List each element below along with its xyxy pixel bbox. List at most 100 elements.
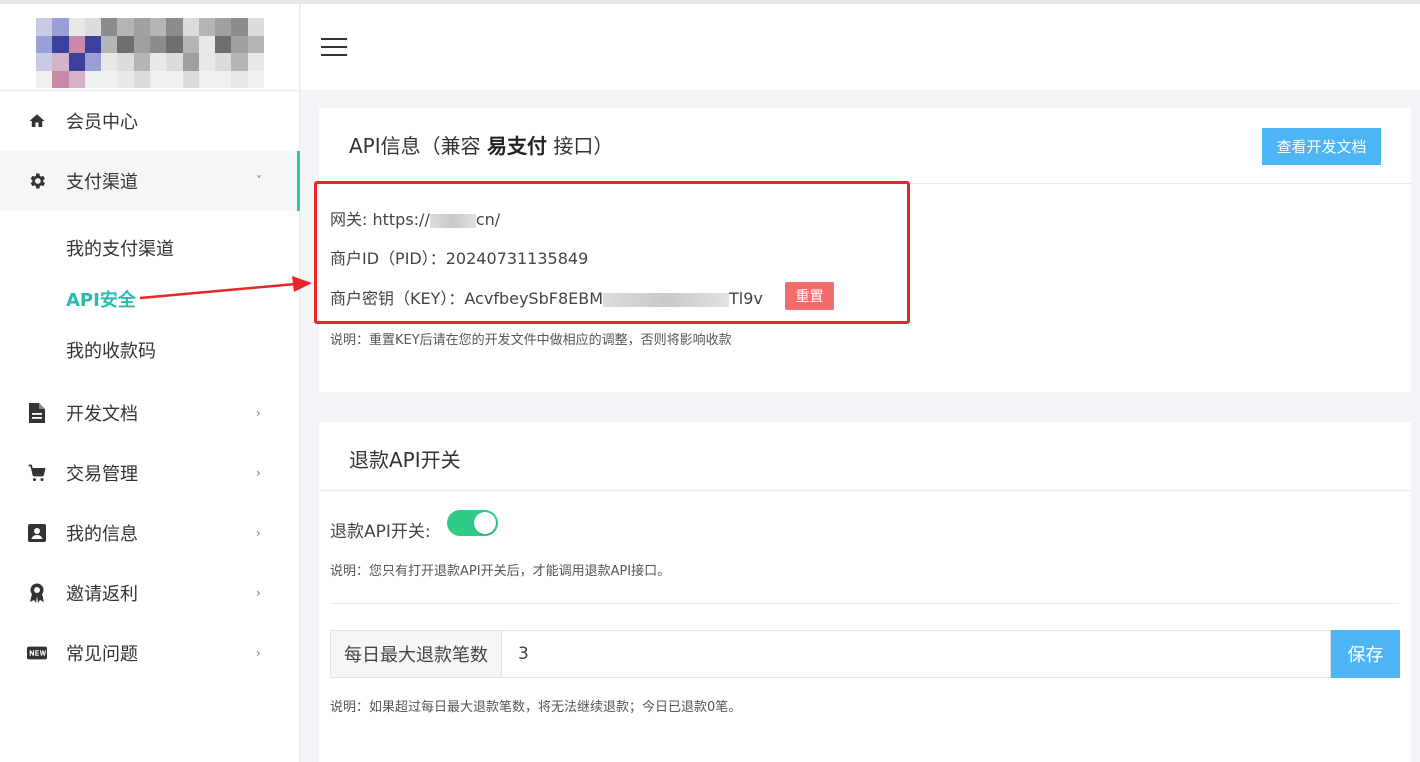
sidebar-item-transactions[interactable]: 交易管理 › bbox=[0, 443, 300, 503]
key-value-end: Tl9v bbox=[729, 289, 763, 308]
logo-mosaic-cell bbox=[198, 70, 216, 88]
card-header: 退款API开关 bbox=[319, 422, 1411, 491]
logo-mosaic-cell bbox=[117, 35, 134, 53]
logo-mosaic-cell bbox=[117, 70, 134, 88]
key-label: 商户密钥（KEY）： bbox=[330, 289, 465, 308]
logo-mosaic-cell bbox=[101, 70, 118, 88]
logo-mosaic-cell bbox=[36, 18, 53, 36]
logo-mosaic-cell bbox=[68, 18, 85, 36]
chevron-right-icon: › bbox=[256, 586, 261, 600]
logo bbox=[36, 18, 264, 88]
chevron-right-icon: › bbox=[256, 526, 261, 540]
logo-mosaic-cell bbox=[84, 35, 102, 53]
view-docs-button[interactable]: 查看开发文档 bbox=[1262, 128, 1381, 165]
logo-mosaic-cell bbox=[231, 70, 248, 88]
logo-mosaic-cell bbox=[84, 18, 102, 36]
refund-toggle-label: 退款API开关: bbox=[330, 522, 431, 542]
chevron-down-icon: ˅ bbox=[256, 174, 262, 188]
toggle-knob bbox=[474, 512, 496, 534]
logo-mosaic-cell bbox=[52, 53, 69, 71]
logo-mosaic-cell bbox=[182, 35, 199, 53]
cart-icon bbox=[27, 463, 47, 483]
logo-mosaic-cell bbox=[117, 18, 134, 36]
logo-mosaic-cell bbox=[68, 35, 85, 53]
card-header: API信息（兼容 易支付 接口） 查看开发文档 bbox=[319, 108, 1411, 184]
gateway-label: 网关: bbox=[330, 210, 373, 229]
sidebar-item-label: 支付渠道 bbox=[66, 172, 138, 193]
logo-mosaic-cell bbox=[166, 18, 183, 36]
sidebar-item-label: 交易管理 bbox=[66, 464, 138, 485]
logo-mosaic-cell bbox=[133, 53, 150, 71]
pid-row: 商户ID（PID）：20240731135849 bbox=[330, 245, 588, 269]
pid-label: 商户ID（PID）： bbox=[330, 249, 446, 268]
logo-mosaic-cell bbox=[52, 70, 69, 88]
logo-mosaic-cell bbox=[101, 18, 118, 36]
logo-mosaic-cell bbox=[182, 70, 199, 88]
logo-mosaic-cell bbox=[36, 35, 53, 53]
refund-api-toggle[interactable] bbox=[447, 510, 498, 536]
logo-mosaic-cell bbox=[182, 18, 199, 36]
title-emphasis: 易支付 bbox=[487, 134, 547, 158]
logo-mosaic-cell bbox=[84, 53, 102, 71]
sidebar-item-label: 邀请返利 bbox=[66, 584, 138, 605]
logo-mosaic-cell bbox=[52, 35, 69, 53]
logo-mosaic-cell bbox=[36, 53, 53, 71]
logo-mosaic-cell bbox=[101, 53, 118, 71]
reset-key-button[interactable]: 重置 bbox=[785, 282, 834, 310]
logo-mosaic-cell bbox=[68, 53, 85, 71]
key-value-start: AcvfbeySbF8EBM bbox=[464, 289, 604, 308]
new-badge-icon bbox=[27, 643, 47, 663]
logo-mosaic-cell bbox=[198, 18, 216, 36]
sidebar-item-member-center[interactable]: 会员中心 bbox=[0, 91, 300, 151]
logo-mosaic-cell bbox=[166, 70, 183, 88]
api-info-title: API信息（兼容 易支付 接口） bbox=[349, 130, 613, 159]
refund-limit-input[interactable] bbox=[501, 630, 1331, 678]
redacted-blur bbox=[603, 292, 730, 307]
sidebar-item-referral[interactable]: 邀请返利 › bbox=[0, 563, 300, 623]
sidebar-subitem-my-qr-code[interactable]: 我的收款码 bbox=[66, 337, 156, 363]
chevron-right-icon: › bbox=[256, 406, 261, 420]
sidebar: 会员中心 支付渠道 ˅ 我的支付渠道 API安全 我的收款码 开发文档 › 交易… bbox=[0, 4, 300, 762]
refund-limit-note: 说明：如果超过每日最大退款笔数，将无法继续退款；今日已退款0笔。 bbox=[330, 700, 742, 715]
gateway-row: 网关: https:// cn/ bbox=[330, 206, 500, 230]
logo-mosaic-cell bbox=[215, 53, 232, 71]
sidebar-subitem-my-channels[interactable]: 我的支付渠道 bbox=[66, 235, 174, 261]
logo-mosaic-cell bbox=[150, 70, 167, 88]
save-button[interactable]: 保存 bbox=[1331, 630, 1400, 678]
logo-mosaic-cell bbox=[166, 53, 183, 71]
sidebar-item-label: 我的信息 bbox=[66, 524, 138, 545]
gateway-value-end: cn/ bbox=[475, 210, 501, 229]
logo-mosaic-cell bbox=[133, 70, 150, 88]
logo-mosaic-cell bbox=[247, 18, 264, 36]
gear-icon bbox=[27, 171, 47, 191]
logo-mosaic-cell bbox=[182, 53, 199, 71]
sidebar-item-dev-docs[interactable]: 开发文档 › bbox=[0, 383, 300, 443]
refund-limit-label: 每日最大退款笔数 bbox=[330, 630, 501, 678]
sidebar-item-my-info[interactable]: 我的信息 › bbox=[0, 503, 300, 563]
contact-card-icon bbox=[27, 523, 47, 543]
title-prefix: API信息（兼容 bbox=[349, 134, 487, 158]
title-suffix: 接口） bbox=[547, 134, 614, 158]
logo-mosaic-cell bbox=[68, 70, 85, 88]
pid-value: 20240731135849 bbox=[445, 249, 589, 268]
refund-card-title: 退款API开关 bbox=[349, 448, 461, 472]
sidebar-item-label: 会员中心 bbox=[66, 112, 138, 133]
logo-mosaic-cell bbox=[36, 70, 53, 88]
logo-mosaic-cell bbox=[231, 53, 248, 71]
sidebar-item-label: 开发文档 bbox=[66, 404, 138, 425]
top-header bbox=[301, 4, 1420, 90]
home-icon bbox=[27, 111, 47, 131]
menu-toggle-icon[interactable] bbox=[321, 38, 347, 56]
refund-api-card: 退款API开关 退款API开关: 说明：您只有打开退款API开关后，才能调用退款… bbox=[319, 422, 1411, 762]
key-row: 商户密钥（KEY）：AcvfbeySbF8EBM Tl9v bbox=[330, 285, 763, 309]
document-icon bbox=[27, 403, 47, 423]
logo-mosaic-cell bbox=[231, 35, 248, 53]
sidebar-subitem-api-security[interactable]: API安全 bbox=[66, 286, 136, 312]
divider bbox=[330, 603, 1399, 604]
sidebar-item-payment-channels[interactable]: 支付渠道 ˅ bbox=[0, 151, 300, 211]
reset-key-note: 说明：重置KEY后请在您的开发文件中做相应的调整，否则将影响收款 bbox=[330, 333, 732, 348]
logo-mosaic-cell bbox=[198, 53, 216, 71]
sidebar-item-faq[interactable]: 常见问题 › bbox=[0, 623, 300, 683]
chevron-right-icon: › bbox=[256, 466, 261, 480]
logo-mosaic-cell bbox=[150, 35, 167, 53]
